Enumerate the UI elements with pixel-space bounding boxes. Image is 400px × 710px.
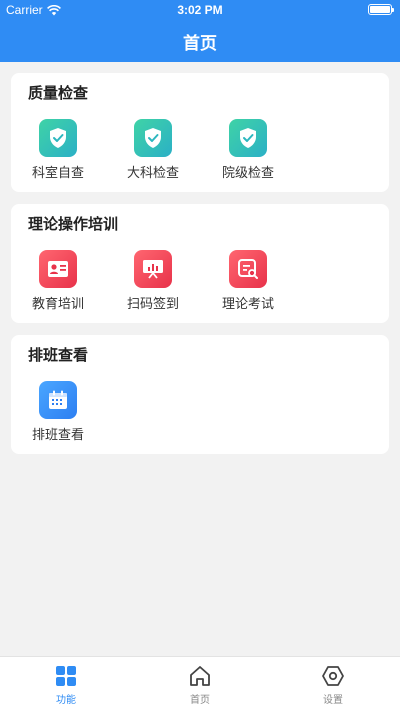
section-title: 理论操作培训 [28, 215, 119, 233]
calendar-icon [39, 381, 77, 419]
id-card-icon [39, 250, 77, 288]
presentation-chart-icon [134, 250, 172, 288]
section-quality-check: 质量检查 科室自查 大科检查 院级检查 [11, 73, 389, 192]
item-label: 扫码签到 [126, 297, 179, 312]
section-schedule: 排班查看 排班查看 [11, 335, 389, 454]
item-label: 大科检查 [126, 166, 179, 181]
exam-search-icon [229, 250, 267, 288]
shield-check-icon [39, 119, 77, 157]
item-label: 排班查看 [31, 428, 84, 443]
item-education-training[interactable]: 教育培训 [18, 250, 98, 312]
tab-bar: 功能 首页 设置 [0, 656, 400, 710]
item-scan-checkin[interactable]: 扫码签到 [113, 250, 193, 312]
tab-functions[interactable]: 功能 [26, 665, 106, 706]
battery-icon [368, 4, 394, 15]
gear-icon [293, 665, 373, 687]
item-hospital-check[interactable]: 院级检查 [208, 119, 288, 181]
item-schedule-view[interactable]: 排班查看 [18, 381, 98, 443]
app-header: Carrier 3:02 PM 首页 [0, 0, 400, 62]
tab-home[interactable]: 首页 [160, 665, 240, 706]
shield-check-icon [229, 119, 267, 157]
item-label: 教育培训 [31, 297, 84, 312]
clock: 3:02 PM [177, 3, 223, 17]
shield-check-icon [134, 119, 172, 157]
item-dept-self-check[interactable]: 科室自查 [18, 119, 98, 181]
section-title: 排班查看 [28, 346, 89, 364]
grid-icon [26, 665, 106, 687]
home-icon [160, 665, 240, 687]
item-label: 院级检查 [221, 166, 274, 181]
item-label: 科室自查 [31, 166, 84, 181]
tab-label: 首页 [190, 695, 210, 706]
tab-settings[interactable]: 设置 [293, 665, 373, 706]
section-theory-training: 理论操作培训 教育培训 扫码签到 理论考试 [11, 204, 389, 323]
page-title: 首页 [183, 34, 217, 54]
item-label: 理论考试 [221, 297, 274, 312]
tab-label: 功能 [56, 695, 76, 706]
section-title: 质量检查 [28, 84, 89, 102]
item-theory-exam[interactable]: 理论考试 [208, 250, 288, 312]
status-bar: Carrier 3:02 PM [0, 0, 400, 20]
item-major-dept-check[interactable]: 大科检查 [113, 119, 193, 181]
tab-label: 设置 [323, 695, 343, 706]
